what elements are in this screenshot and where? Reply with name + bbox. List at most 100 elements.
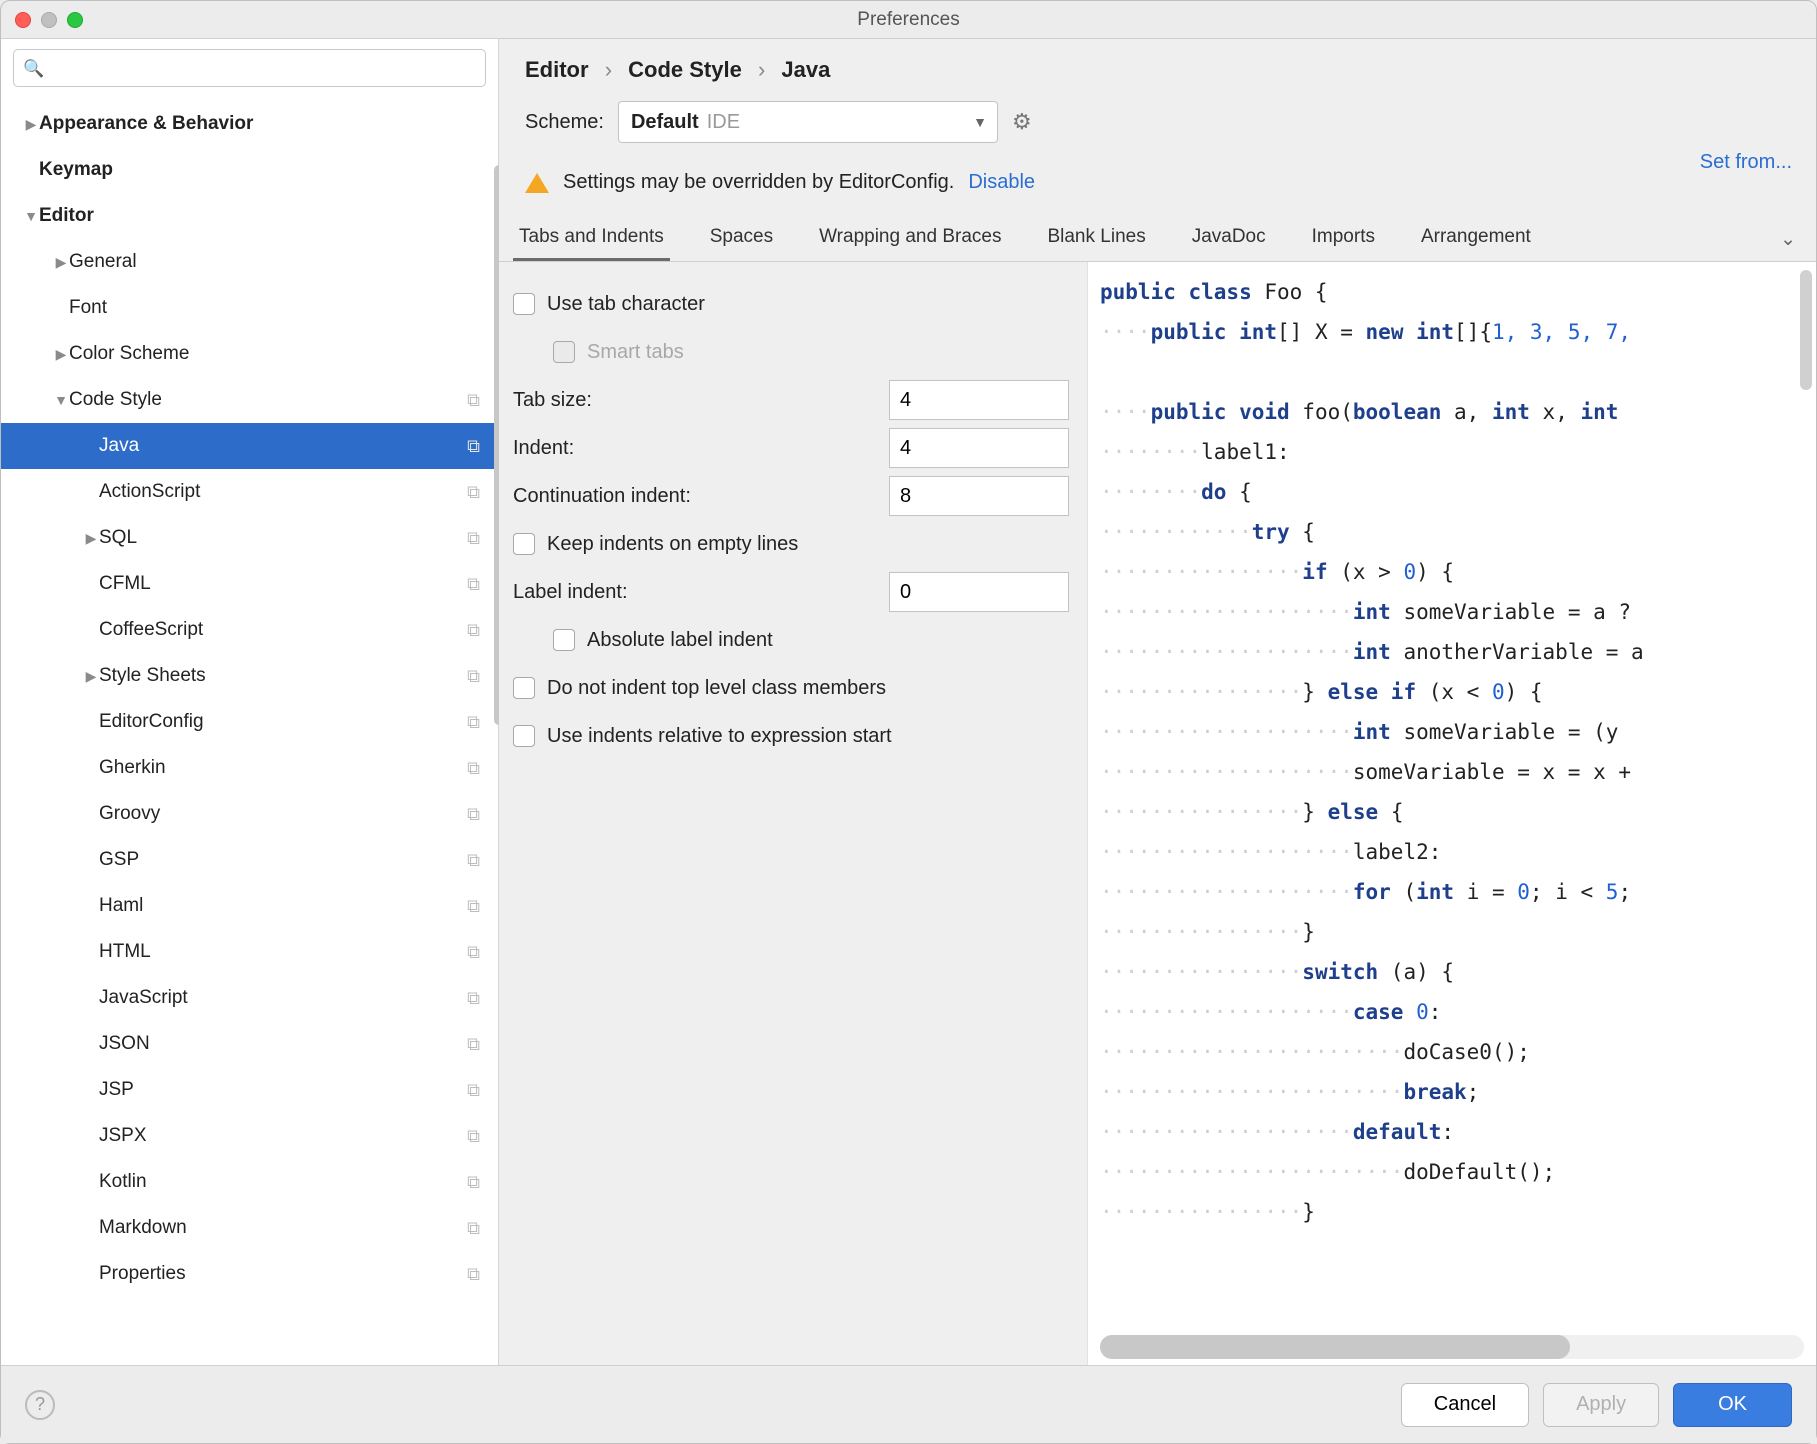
continuation-indent-label: Continuation indent:: [513, 485, 889, 508]
copy-icon: ⧉: [467, 1034, 480, 1055]
tree-item-label: Groovy: [99, 803, 498, 825]
ok-button[interactable]: OK: [1673, 1383, 1792, 1427]
tree-item-label: Style Sheets: [99, 665, 498, 687]
use-tab-char-label: Use tab character: [547, 293, 1069, 316]
tree-item-html[interactable]: HTML⧉: [1, 929, 498, 975]
preview-scrollbar-horizontal[interactable]: [1100, 1335, 1804, 1359]
copy-icon: ⧉: [467, 528, 480, 549]
tab-blank-lines[interactable]: Blank Lines: [1041, 212, 1151, 261]
tree-item-jsp[interactable]: JSP⧉: [1, 1067, 498, 1113]
copy-icon: ⧉: [467, 574, 480, 595]
scheme-label: Scheme:: [525, 111, 604, 134]
tree-item-editor[interactable]: ▼Editor: [1, 193, 498, 239]
tree-item-gsp[interactable]: GSP⧉: [1, 837, 498, 883]
tree-item-cfml[interactable]: CFML⧉: [1, 561, 498, 607]
cancel-button[interactable]: Cancel: [1401, 1383, 1529, 1427]
tree-item-kotlin[interactable]: Kotlin⧉: [1, 1159, 498, 1205]
tree-item-label: General: [69, 251, 498, 273]
tabs-overflow-icon[interactable]: ⌄: [1774, 218, 1802, 261]
label-indent-input[interactable]: [889, 572, 1069, 612]
search-input[interactable]: [13, 49, 486, 87]
use-tab-char-checkbox[interactable]: [513, 293, 535, 315]
keep-indents-empty-checkbox[interactable]: [513, 533, 535, 555]
tab-tabs-and-indents[interactable]: Tabs and Indents: [513, 212, 670, 261]
tree-item-font[interactable]: Font: [1, 285, 498, 331]
tree-item-style-sheets[interactable]: ▶Style Sheets⧉: [1, 653, 498, 699]
continuation-indent-input[interactable]: [889, 476, 1069, 516]
tree-item-java[interactable]: Java⧉: [1, 423, 498, 469]
disclosure-arrow-icon: ▼: [53, 392, 69, 408]
tree-item-label: CoffeeScript: [99, 619, 498, 641]
tab-javadoc[interactable]: JavaDoc: [1186, 212, 1272, 261]
preview-scrollbar-vertical[interactable]: [1800, 270, 1812, 390]
copy-icon: ⧉: [467, 1080, 480, 1101]
tree-item-actionscript[interactable]: ActionScript⧉: [1, 469, 498, 515]
scheme-select[interactable]: Default IDE ▼: [618, 101, 998, 143]
breadcrumb-java: Java: [781, 57, 830, 82]
tree-item-appearance-behavior[interactable]: ▶Appearance & Behavior: [1, 101, 498, 147]
apply-button[interactable]: Apply: [1543, 1383, 1659, 1427]
tab-size-input[interactable]: [889, 380, 1069, 420]
relative-expr-indent-checkbox[interactable]: [513, 725, 535, 747]
tree-item-properties[interactable]: Properties⧉: [1, 1251, 498, 1297]
tab-spaces[interactable]: Spaces: [704, 212, 779, 261]
breadcrumb-codestyle[interactable]: Code Style: [628, 57, 742, 82]
scrollbar-thumb[interactable]: [1100, 1335, 1570, 1359]
no-indent-top-level-label: Do not indent top level class members: [547, 677, 1069, 700]
tree-item-label: Gherkin: [99, 757, 498, 779]
tab-wrapping-and-braces[interactable]: Wrapping and Braces: [813, 212, 1007, 261]
search-icon: 🔍: [23, 59, 44, 79]
tree-item-jspx[interactable]: JSPX⧉: [1, 1113, 498, 1159]
tree-item-label: HTML: [99, 941, 498, 963]
code-preview: public class Foo { ····public int[] X = …: [1087, 262, 1816, 1365]
sidebar: 🔍 ▶Appearance & BehaviorKeymap▼Editor▶Ge…: [1, 39, 499, 1365]
copy-icon: ⧉: [467, 436, 480, 457]
warning-text: Settings may be overridden by EditorConf…: [563, 171, 954, 194]
tree-item-editorconfig[interactable]: EditorConfig⧉: [1, 699, 498, 745]
copy-icon: ⧉: [467, 758, 480, 779]
tree-item-json[interactable]: JSON⧉: [1, 1021, 498, 1067]
tree-item-keymap[interactable]: Keymap: [1, 147, 498, 193]
copy-icon: ⧉: [467, 1126, 480, 1147]
tree-item-general[interactable]: ▶General: [1, 239, 498, 285]
tree-item-color-scheme[interactable]: ▶Color Scheme: [1, 331, 498, 377]
disclosure-arrow-icon: ▶: [83, 668, 99, 685]
tabs-and-indents-settings: Use tab character Smart tabs Tab size: I…: [499, 262, 1087, 1365]
label-indent-label: Label indent:: [513, 581, 889, 604]
tree-item-gherkin[interactable]: Gherkin⧉: [1, 745, 498, 791]
tree-item-label: Color Scheme: [69, 343, 498, 365]
tree-item-javascript[interactable]: JavaScript⧉: [1, 975, 498, 1021]
absolute-label-indent-checkbox[interactable]: [553, 629, 575, 651]
tab-arrangement[interactable]: Arrangement: [1415, 212, 1537, 261]
editorconfig-warning: Settings may be overridden by EditorConf…: [499, 153, 1816, 212]
relative-expr-indent-label: Use indents relative to expression start: [547, 725, 1069, 748]
tree-item-markdown[interactable]: Markdown⧉: [1, 1205, 498, 1251]
tab-size-label: Tab size:: [513, 389, 889, 412]
disable-editorconfig-link[interactable]: Disable: [968, 171, 1035, 194]
tree-item-sql[interactable]: ▶SQL⧉: [1, 515, 498, 561]
absolute-label-indent-label: Absolute label indent: [587, 629, 1069, 652]
tree-item-groovy[interactable]: Groovy⧉: [1, 791, 498, 837]
keep-indents-empty-label: Keep indents on empty lines: [547, 533, 1069, 556]
copy-icon: ⧉: [467, 896, 480, 917]
titlebar: Preferences: [1, 1, 1816, 39]
tree-item-label: JSP: [99, 1079, 498, 1101]
no-indent-top-level-checkbox[interactable]: [513, 677, 535, 699]
indent-input[interactable]: [889, 428, 1069, 468]
tree-item-label: ActionScript: [99, 481, 498, 503]
tree-item-label: Java: [99, 435, 498, 457]
gear-icon[interactable]: ⚙: [1012, 109, 1032, 135]
tree-item-coffeescript[interactable]: CoffeeScript⧉: [1, 607, 498, 653]
tree-item-code-style[interactable]: ▼Code Style⧉: [1, 377, 498, 423]
tree-item-label: JavaScript: [99, 987, 498, 1009]
copy-icon: ⧉: [467, 1218, 480, 1239]
tree-item-haml[interactable]: Haml⧉: [1, 883, 498, 929]
set-from-link[interactable]: Set from...: [1700, 151, 1792, 174]
settings-tree[interactable]: ▶Appearance & BehaviorKeymap▼Editor▶Gene…: [1, 97, 498, 1365]
help-icon[interactable]: ?: [25, 1390, 55, 1420]
breadcrumb-editor[interactable]: Editor: [525, 57, 589, 82]
tree-item-label: EditorConfig: [99, 711, 498, 733]
breadcrumb: Editor › Code Style › Java: [499, 39, 1816, 91]
tab-imports[interactable]: Imports: [1306, 212, 1381, 261]
scheme-name: Default: [631, 111, 699, 134]
